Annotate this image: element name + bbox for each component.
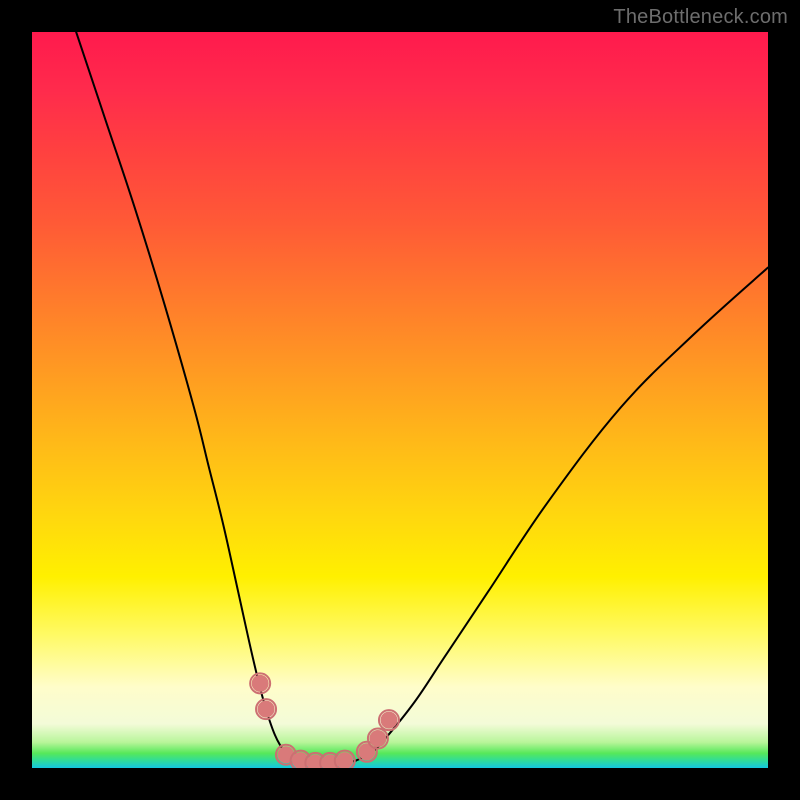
plot-area [32, 32, 768, 768]
right-dot-3 [381, 712, 397, 728]
chart-frame: TheBottleneck.com [0, 0, 800, 800]
left-dot-2 [258, 701, 274, 717]
valley-dot-5 [337, 753, 353, 768]
watermark-text: TheBottleneck.com [613, 6, 788, 29]
curve-svg [32, 32, 768, 768]
right-dot-2 [370, 731, 386, 747]
left-dot-1 [252, 675, 268, 691]
right-curve [356, 268, 768, 761]
left-curve [76, 32, 297, 761]
markers-group [250, 673, 399, 768]
